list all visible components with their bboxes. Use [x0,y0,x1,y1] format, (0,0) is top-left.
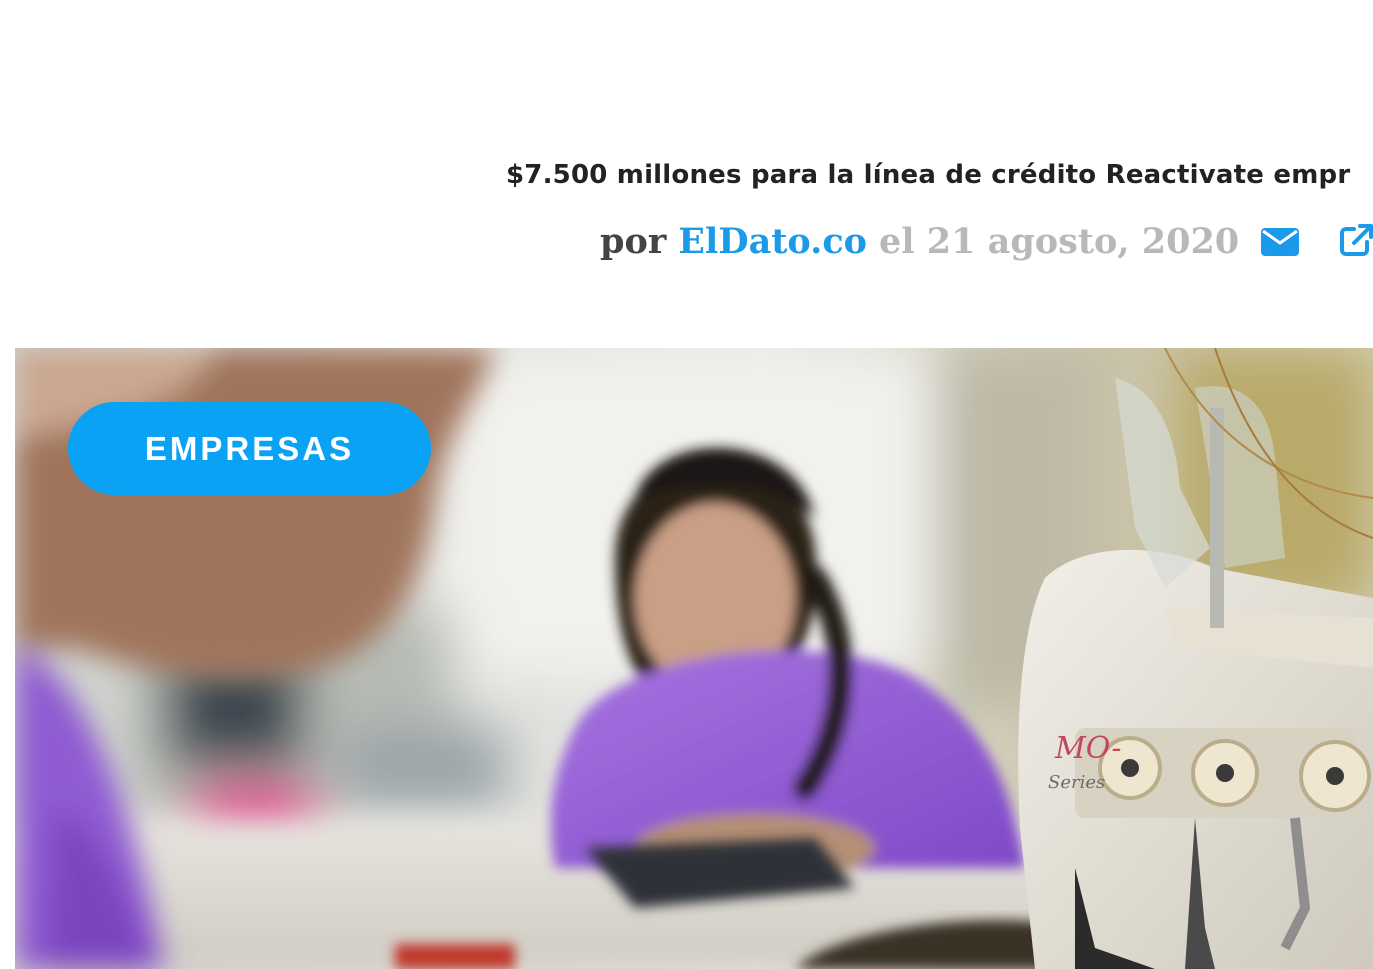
byline-prefix: por [600,220,667,262]
article-headline[interactable]: $7.500 millones para la línea de crédito… [506,160,1350,190]
author-link[interactable]: ElDato.co [678,221,867,262]
machine-label: MO- [1054,731,1122,766]
article-byline: por ElDato.co el 21 agosto, 2020 [600,214,1239,268]
envelope-icon[interactable] [1260,226,1300,258]
publish-date: el 21 agosto, 2020 [879,220,1240,262]
external-link-icon[interactable] [1338,222,1373,258]
category-badge[interactable]: EMPRESAS [68,402,431,495]
article-page: $7.500 millones para la línea de crédito… [0,0,1373,969]
machine-series: Series [1048,772,1105,793]
